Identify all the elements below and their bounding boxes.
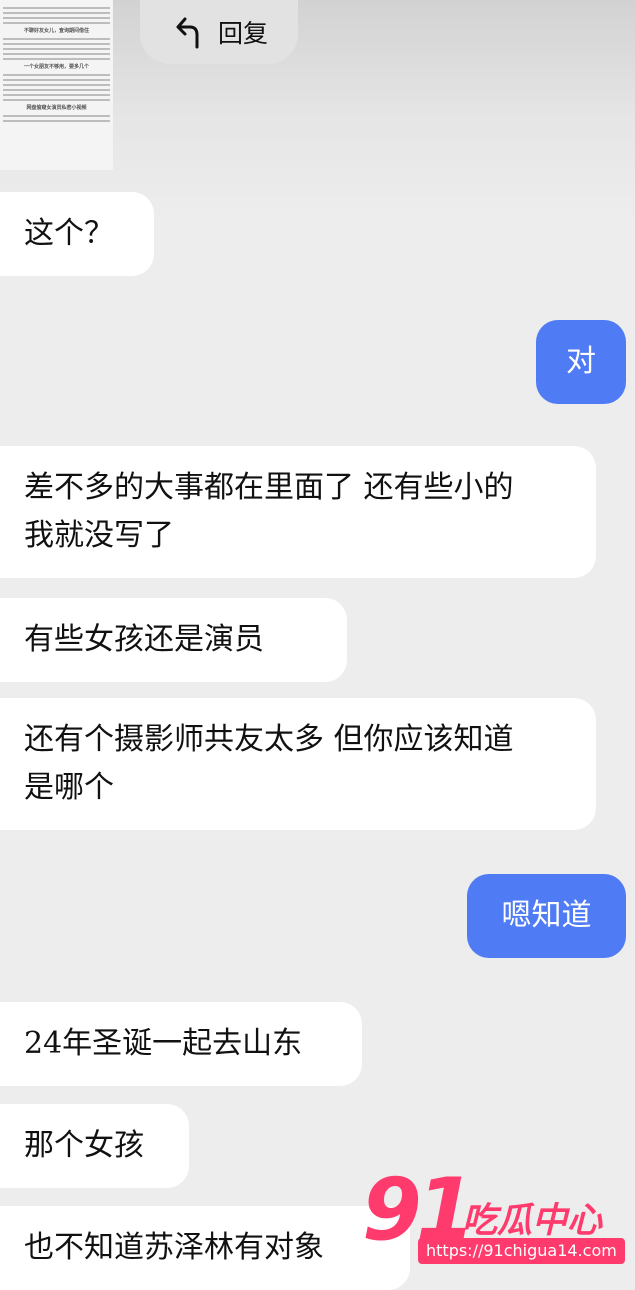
message-bubble[interactable]: 这个？ [0,192,154,276]
message-text-line: 我就没写了 [24,518,174,553]
message-bubble[interactable]: 也不知道苏泽林有对象 [0,1206,410,1290]
watermark-logo: 91 吃瓜中心 https://91chigua14.com [362,1160,625,1268]
message-bubble[interactable]: 还有个摄影师共友太多 但你应该知道 是哪个 [0,698,596,830]
message-text-line: 还有个摄影师共友太多 但你应该知道 [24,722,514,757]
thumbnail-heading-3: 网盘偷窥女演员私密小视频 [26,105,87,111]
message-text: 这个？ [24,216,114,251]
message-text: 也不知道苏泽林有对象 [24,1230,324,1265]
image-thumbnail[interactable]: 不聊好友女儿，查询期间借住 一个女朋友不够用，要多几个 网盘偷窥女演员私密小视频 [0,0,113,170]
message-bubble[interactable]: 24年圣诞一起去山东 [0,1002,362,1086]
message-bubble[interactable]: 那个女孩 [0,1104,189,1188]
message-text: 24年圣诞一起去山东 [24,1026,303,1061]
thumbnail-heading-1: 不聊好友女儿，查询期间借住 [23,28,89,34]
message-text: 有些女孩还是演员 [24,622,264,657]
message-text: 对 [566,344,596,379]
message-bubble[interactable]: 差不多的大事都在里面了 还有些小的 我就没写了 [0,446,596,578]
message-text: 那个女孩 [24,1128,144,1163]
message-bubble[interactable]: 有些女孩还是演员 [0,598,347,682]
message-bubble-sent[interactable]: 对 [536,320,626,404]
message-text: 嗯知道 [501,898,592,933]
reply-label: 回复 [218,19,269,48]
reply-button[interactable]: 回复 [140,0,298,64]
message-text-line: 是哪个 [24,770,114,805]
watermark-url: https://91chigua14.com [418,1238,625,1264]
thumbnail-heading-2: 一个女朋友不够用，要多几个 [23,64,89,70]
message-text-line: 差不多的大事都在里面了 还有些小的 [24,470,514,505]
watermark-name: 吃瓜中心 [462,1201,603,1241]
message-bubble-sent[interactable]: 嗯知道 [467,874,626,958]
reply-arrow-icon [176,17,199,49]
